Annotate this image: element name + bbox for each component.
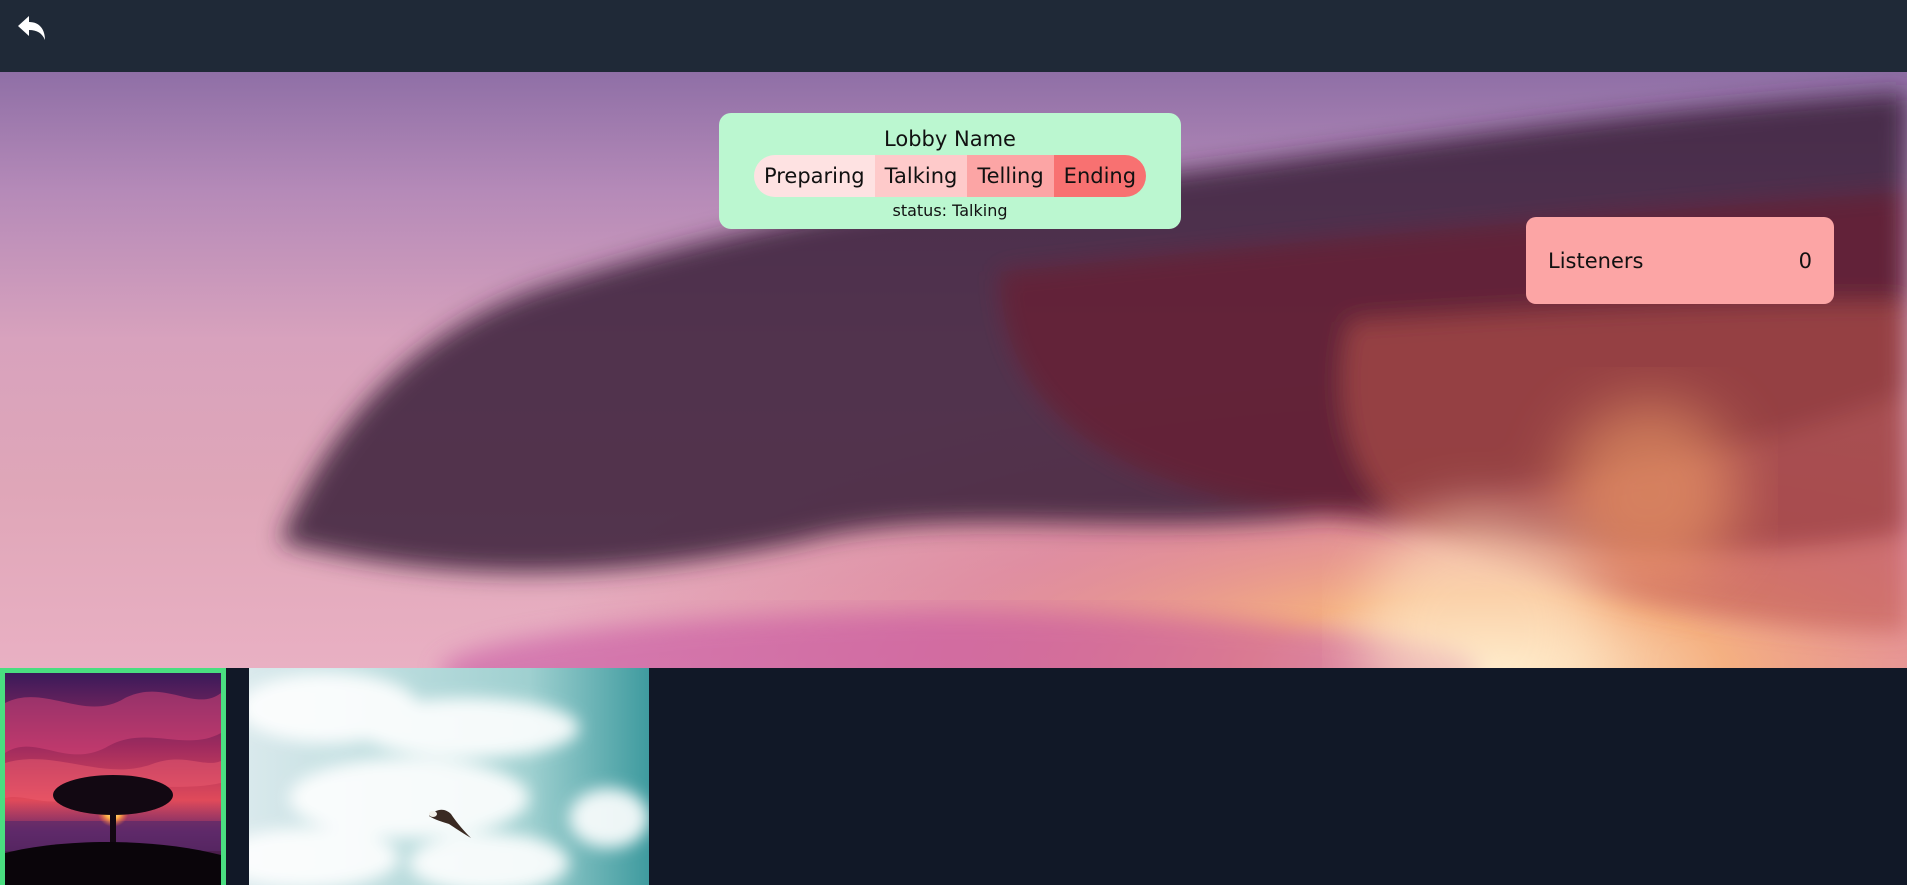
phase-preparing: Preparing xyxy=(753,155,875,197)
undo-arrow-icon xyxy=(18,16,45,40)
lobby-status: status: Talking xyxy=(892,201,1008,220)
listeners-count: 0 xyxy=(1798,248,1812,273)
lobby-card: Lobby Name Preparing Talking Telling End… xyxy=(719,113,1181,229)
phase-ending: Ending xyxy=(1053,155,1147,197)
sky-bird-thumbnail-image xyxy=(249,668,649,885)
phase-telling: Telling xyxy=(967,155,1054,197)
back-button[interactable] xyxy=(14,10,50,46)
listeners-card: Listeners 0 xyxy=(1526,217,1834,304)
background-image: Lobby Name Preparing Talking Telling End… xyxy=(0,72,1907,668)
thumbnail-tree-sunset[interactable] xyxy=(0,668,226,885)
listeners-label: Listeners xyxy=(1548,248,1644,273)
phase-progress: Preparing Talking Telling Ending xyxy=(753,155,1147,197)
thumbnail-sky-bird[interactable] xyxy=(249,668,649,885)
lobby-title: Lobby Name xyxy=(884,127,1016,151)
top-bar xyxy=(0,0,1907,72)
tree-sunset-thumbnail-image xyxy=(5,673,221,885)
phase-talking: Talking xyxy=(874,155,968,197)
